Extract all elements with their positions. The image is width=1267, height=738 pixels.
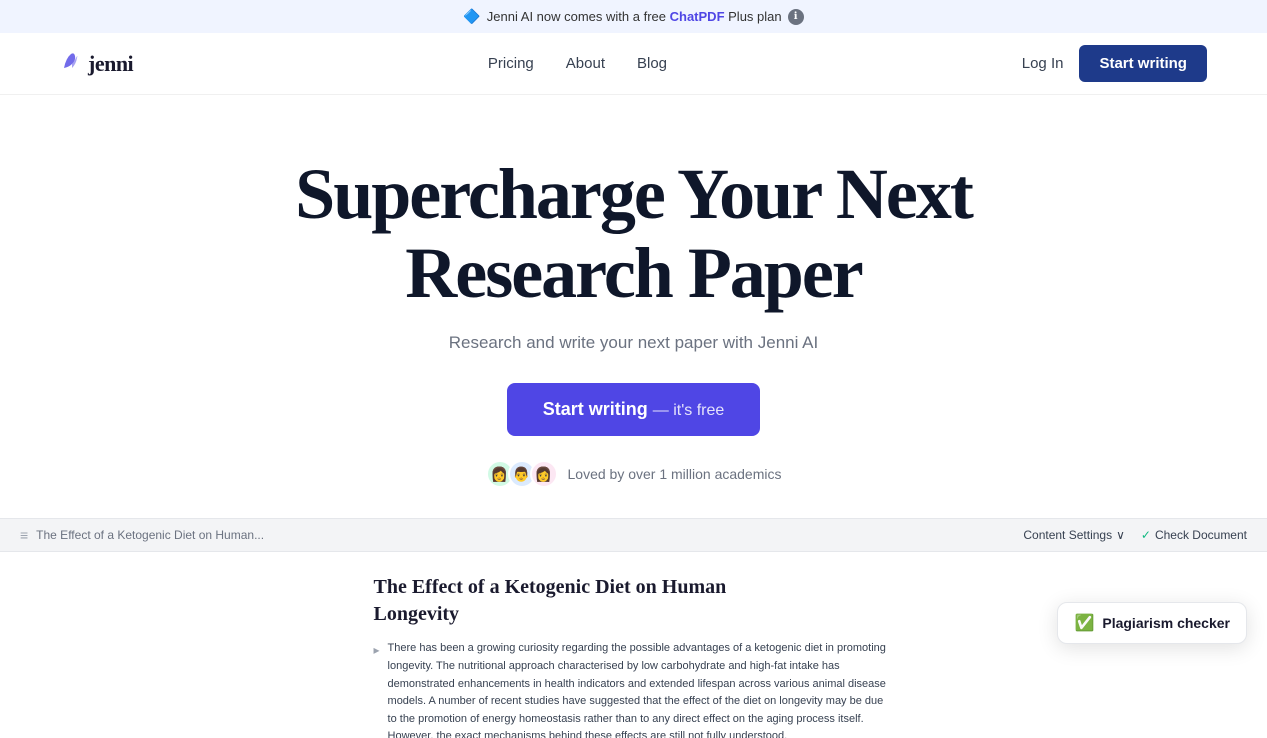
banner-emoji: 🔷: [463, 8, 480, 25]
grip-icon: ≡: [20, 527, 28, 543]
chevron-down-icon: ∨: [1116, 528, 1125, 542]
nav-pricing[interactable]: Pricing: [488, 55, 534, 72]
plagiarism-label: Plagiarism checker: [1102, 615, 1230, 631]
para1-text: There has been a growing curiosity regar…: [388, 640, 894, 738]
hero-section: Supercharge Your Next Research Paper Res…: [0, 95, 1267, 518]
top-banner: 🔷 Jenni AI now comes with a free ChatPDF…: [0, 0, 1267, 33]
logo-area: jenni: [60, 50, 133, 78]
check-circle-icon: ✓: [1141, 528, 1151, 542]
nav-start-writing-button[interactable]: Start writing: [1079, 45, 1207, 82]
banner-text: Jenni AI now comes with a free ChatPDF P…: [487, 9, 782, 24]
chatpdf-link[interactable]: ChatPDF: [670, 9, 725, 24]
content-settings[interactable]: Content Settings ∨: [1023, 528, 1125, 542]
login-button[interactable]: Log In: [1022, 55, 1064, 72]
doc-bar: ≡ The Effect of a Ketogenic Diet on Huma…: [0, 519, 1267, 552]
doc-preview-wrapper: ≡ The Effect of a Ketogenic Diet on Huma…: [0, 518, 1267, 738]
nav-about[interactable]: About: [566, 55, 605, 72]
logo-icon: [60, 50, 82, 78]
hero-subtitle: Research and write your next paper with …: [20, 333, 1247, 353]
avatar: 👩: [530, 460, 558, 488]
nav-links: Pricing About Blog: [488, 55, 667, 73]
doc-subtitle: Longevity: [374, 603, 894, 626]
check-document[interactable]: ✓ Check Document: [1141, 528, 1247, 542]
hero-title: Supercharge Your Next Research Paper: [284, 155, 984, 313]
doc-bar-left: ≡ The Effect of a Ketogenic Diet on Huma…: [20, 527, 264, 543]
doc-bar-right: Content Settings ∨ ✓ Check Document: [1023, 528, 1247, 542]
navbar: jenni Pricing About Blog Log In Start wr…: [0, 33, 1267, 95]
logo-text: jenni: [88, 51, 133, 77]
content-settings-label: Content Settings: [1023, 528, 1112, 542]
info-icon[interactable]: ℹ: [788, 9, 804, 25]
nav-actions: Log In Start writing: [1022, 45, 1207, 82]
doc-content: The Effect of a Ketogenic Diet on Human …: [344, 552, 924, 738]
doc-para-1: ▸ There has been a growing curiosity reg…: [374, 640, 894, 738]
highlighted-text: However, the exact mechanisms behind the…: [388, 730, 788, 738]
plagiarism-checker-badge[interactable]: ✅ Plagiarism checker: [1057, 602, 1247, 644]
nav-blog[interactable]: Blog: [637, 55, 667, 72]
doc-tab-title: The Effect of a Ketogenic Diet on Human.…: [36, 528, 264, 542]
doc-body: ▸ There has been a growing curiosity reg…: [374, 640, 894, 738]
avatar-group: 👩 👨 👩: [486, 460, 558, 488]
hero-cta-button[interactable]: Start writing — it's free: [507, 383, 761, 436]
social-proof: 👩 👨 👩 Loved by over 1 million academics: [20, 460, 1247, 488]
social-proof-text: Loved by over 1 million academics: [568, 466, 782, 482]
doc-title: The Effect of a Ketogenic Diet on Human: [374, 576, 894, 599]
check-document-label: Check Document: [1155, 528, 1247, 542]
para-icon: ▸: [374, 641, 380, 738]
plagiarism-check-icon: ✅: [1074, 613, 1094, 633]
